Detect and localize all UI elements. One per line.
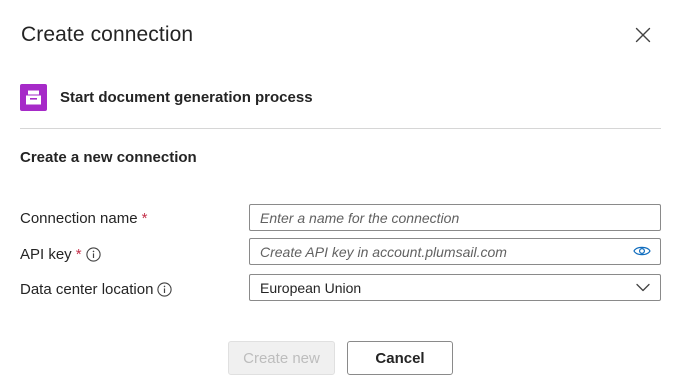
data-center-label-text: Data center location bbox=[20, 281, 154, 298]
required-marker: * bbox=[75, 246, 82, 263]
data-center-label: Data center location bbox=[20, 281, 173, 298]
cancel-button[interactable]: Cancel bbox=[347, 341, 453, 375]
data-center-selected-value: European Union bbox=[260, 279, 362, 296]
connection-name-input[interactable] bbox=[249, 204, 661, 231]
connector-header: Start document generation process bbox=[20, 84, 313, 111]
connection-name-label: Connection name * bbox=[20, 210, 147, 227]
plumsail-documents-icon bbox=[20, 84, 47, 111]
create-new-button[interactable]: Create new bbox=[228, 341, 335, 375]
divider bbox=[20, 128, 661, 129]
api-key-label-text: API key bbox=[20, 246, 72, 263]
info-icon[interactable] bbox=[85, 247, 101, 262]
connection-name-label-text: Connection name bbox=[20, 210, 138, 227]
required-marker: * bbox=[141, 210, 148, 227]
connector-name: Start document generation process bbox=[60, 89, 313, 106]
section-heading: Create a new connection bbox=[20, 149, 197, 166]
close-icon bbox=[635, 27, 651, 43]
api-key-input[interactable] bbox=[249, 238, 661, 265]
dialog-title: Create connection bbox=[21, 23, 194, 46]
eye-icon bbox=[633, 245, 651, 257]
api-key-label: API key * bbox=[20, 246, 101, 263]
data-center-dropdown[interactable]: European Union bbox=[249, 274, 661, 301]
chevron-down-icon bbox=[636, 283, 650, 292]
info-icon[interactable] bbox=[157, 282, 173, 297]
reveal-password-button[interactable] bbox=[631, 243, 653, 259]
close-button[interactable] bbox=[630, 22, 656, 48]
